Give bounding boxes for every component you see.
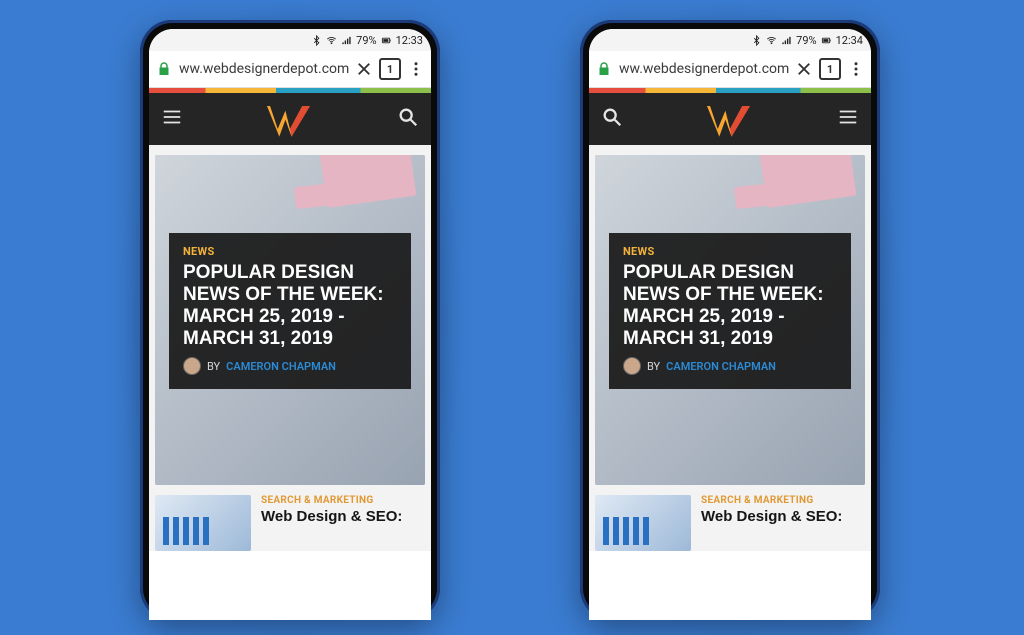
secondary-title: Web Design & SEO: <box>701 508 842 525</box>
browser-omnibox[interactable]: ww.webdesignerdepot.com 1 <box>589 51 871 88</box>
hero-article-card[interactable]: NEWS POPULAR DESIGN NEWS OF THE WEEK: MA… <box>155 155 425 485</box>
close-icon[interactable] <box>795 60 813 78</box>
article-byline: BY CAMERON CHAPMAN <box>623 357 837 375</box>
menu-dots-icon[interactable] <box>407 60 425 78</box>
secondary-article[interactable]: SEARCH & MARKETING Web Design & SEO: <box>155 495 425 551</box>
site-logo[interactable] <box>707 96 753 142</box>
search-icon[interactable] <box>397 106 419 132</box>
wifi-icon <box>766 35 777 46</box>
article-category: NEWS <box>183 245 397 258</box>
phone-mockup-left: 79% 12:33 ww.webdesignerdepot.com 1 <box>140 20 440 620</box>
wifi-icon <box>326 35 337 46</box>
site-header <box>149 93 431 145</box>
close-icon[interactable] <box>355 60 373 78</box>
hero-overlay: NEWS POPULAR DESIGN NEWS OF THE WEEK: MA… <box>609 233 851 389</box>
secondary-title: Web Design & SEO: <box>261 508 402 525</box>
page-content: NEWS POPULAR DESIGN NEWS OF THE WEEK: MA… <box>589 145 871 551</box>
menu-dots-icon[interactable] <box>847 60 865 78</box>
bluetooth-icon <box>311 35 322 46</box>
phone-mockup-right: 79% 12:34 ww.webdesignerdepot.com 1 <box>580 20 880 620</box>
status-bar: 79% 12:33 <box>149 29 431 51</box>
screen: 79% 12:33 ww.webdesignerdepot.com 1 <box>149 29 431 620</box>
secondary-article[interactable]: SEARCH & MARKETING Web Design & SEO: <box>595 495 865 551</box>
browser-omnibox[interactable]: ww.webdesignerdepot.com 1 <box>149 51 431 88</box>
signal-icon <box>341 35 352 46</box>
hero-overlay: NEWS POPULAR DESIGN NEWS OF THE WEEK: MA… <box>169 233 411 389</box>
article-category: NEWS <box>623 245 837 258</box>
author-name[interactable]: CAMERON CHAPMAN <box>666 360 776 373</box>
battery-icon <box>381 35 392 46</box>
hero-article-card[interactable]: NEWS POPULAR DESIGN NEWS OF THE WEEK: MA… <box>595 155 865 485</box>
tab-switcher[interactable]: 1 <box>379 58 401 80</box>
status-time: 12:34 <box>836 34 863 47</box>
author-avatar <box>183 357 201 375</box>
author-avatar <box>623 357 641 375</box>
article-thumb <box>155 495 251 551</box>
battery-text: 79% <box>796 34 816 47</box>
tab-switcher[interactable]: 1 <box>819 58 841 80</box>
url-text: ww.webdesignerdepot.com <box>179 61 349 77</box>
battery-icon <box>821 35 832 46</box>
battery-text: 79% <box>356 34 376 47</box>
hamburger-icon[interactable] <box>837 106 859 132</box>
status-bar: 79% 12:34 <box>589 29 871 51</box>
lock-icon <box>595 60 613 78</box>
secondary-category: SEARCH & MARKETING <box>261 495 402 506</box>
url-text: ww.webdesignerdepot.com <box>619 61 789 77</box>
site-logo[interactable] <box>267 96 313 142</box>
page-content: NEWS POPULAR DESIGN NEWS OF THE WEEK: MA… <box>149 145 431 551</box>
site-header <box>589 93 871 145</box>
bluetooth-icon <box>751 35 762 46</box>
article-title: POPULAR DESIGN NEWS OF THE WEEK: MARCH 2… <box>623 262 837 349</box>
hamburger-icon[interactable] <box>161 106 183 132</box>
screen: 79% 12:34 ww.webdesignerdepot.com 1 <box>589 29 871 620</box>
article-byline: BY CAMERON CHAPMAN <box>183 357 397 375</box>
article-thumb <box>595 495 691 551</box>
status-time: 12:33 <box>396 34 423 47</box>
by-label: BY <box>207 360 220 373</box>
lock-icon <box>155 60 173 78</box>
by-label: BY <box>647 360 660 373</box>
author-name[interactable]: CAMERON CHAPMAN <box>226 360 336 373</box>
secondary-category: SEARCH & MARKETING <box>701 495 842 506</box>
search-icon[interactable] <box>601 106 623 132</box>
signal-icon <box>781 35 792 46</box>
article-title: POPULAR DESIGN NEWS OF THE WEEK: MARCH 2… <box>183 262 397 349</box>
